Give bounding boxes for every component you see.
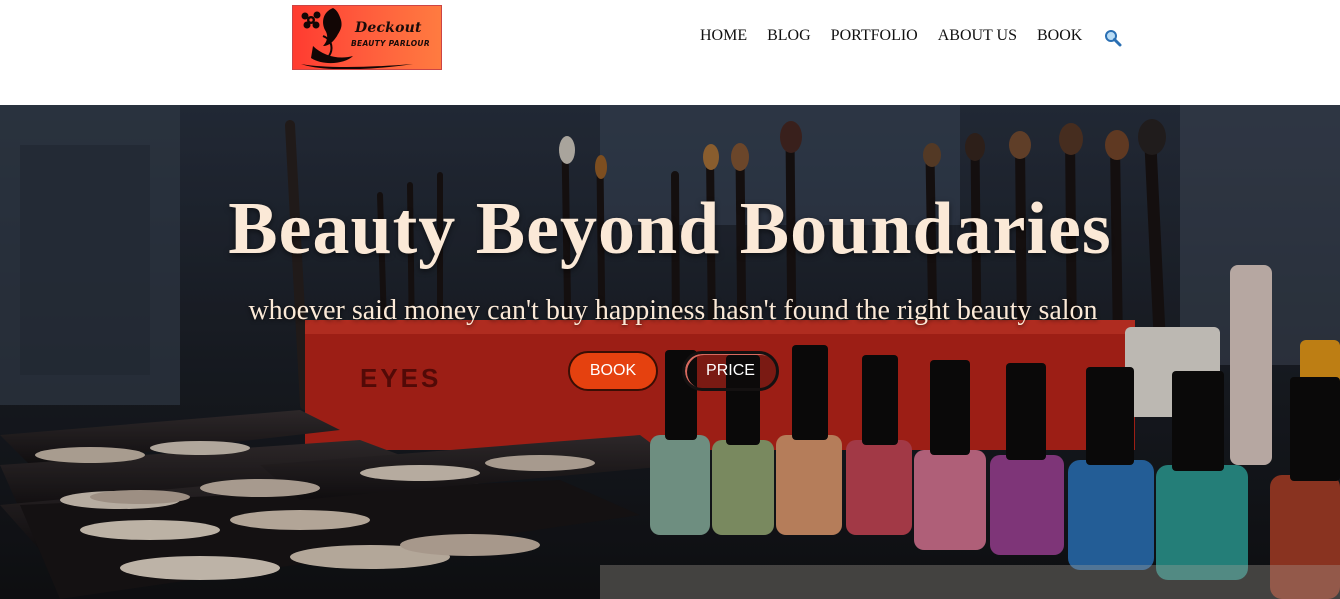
nav-home[interactable]: HOME [700,27,747,45]
nav-book[interactable]: BOOK [1037,27,1082,45]
book-button[interactable]: BOOK [568,351,658,391]
hero-subtitle: whoever said money can't buy happiness h… [248,295,1098,326]
hero-overlay [0,105,1340,599]
brand-tagline: BEAUTY PARLOUR [351,39,430,48]
brand-logo[interactable]: Deckout BEAUTY PARLOUR [292,5,442,70]
main-nav: HOME BLOG PORTFOLIO ABOUT US BOOK [700,26,1122,47]
site-header: Deckout BEAUTY PARLOUR HOME BLOG PORTFOL… [0,0,1340,105]
logo-face-icon [301,8,413,69]
brand-name: Deckout [355,20,422,36]
nav-about-us[interactable]: ABOUT US [938,27,1017,45]
price-button[interactable]: PRICE [682,351,779,391]
hero-title: Beauty Beyond Boundaries [228,188,1112,270]
nav-blog[interactable]: BLOG [767,27,811,45]
nav-portfolio[interactable]: PORTFOLIO [831,27,918,45]
hero-banner: EYES Beauty Beyond Boundaries whoever sa… [0,105,1340,599]
search-icon[interactable] [1104,29,1122,47]
